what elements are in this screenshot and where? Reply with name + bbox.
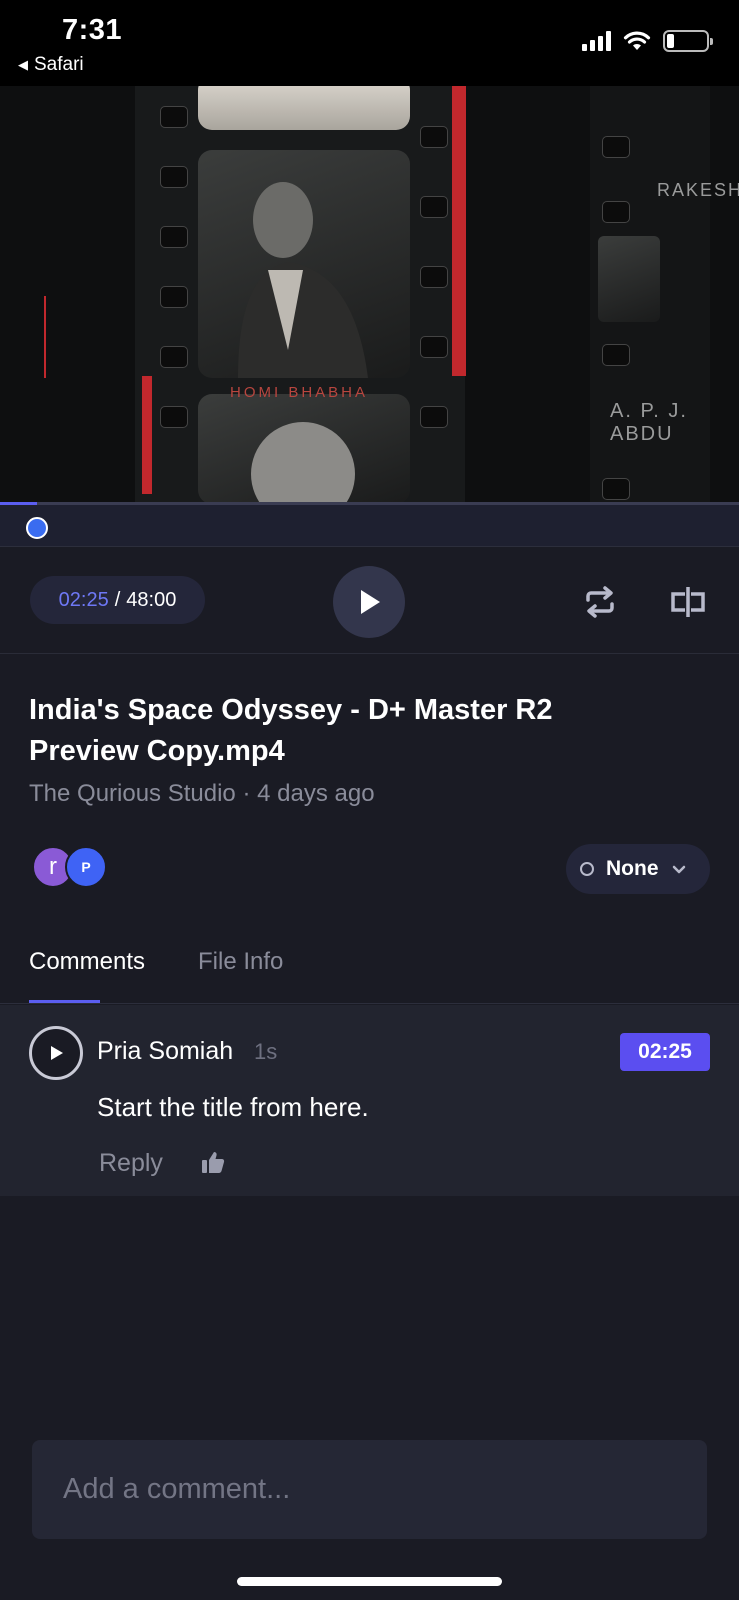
film-frame — [198, 150, 410, 378]
back-app-label: Safari — [34, 54, 84, 75]
tab-comments[interactable]: Comments — [29, 948, 145, 976]
avatar[interactable]: P — [65, 846, 107, 888]
cellular-signal-icon — [582, 31, 611, 51]
sprocket — [602, 344, 630, 366]
scrub-bar[interactable] — [0, 505, 739, 547]
sprocket — [160, 226, 188, 248]
sprocket — [602, 136, 630, 158]
compare-icon[interactable] — [668, 582, 708, 622]
comment-play-button[interactable] — [29, 1026, 83, 1080]
comment-text: Start the title from here. — [97, 1092, 369, 1122]
current-time: 02:25 — [58, 588, 109, 611]
sprocket — [160, 166, 188, 188]
back-to-safari-link[interactable]: ◀ Safari — [18, 54, 84, 76]
sprocket — [420, 336, 448, 358]
time-display[interactable]: 02:25 / 48:00 — [30, 576, 205, 624]
video-frame[interactable]: HOMI BHABHA RAKESH A. P. J. ABDU — [0, 86, 739, 502]
sprocket — [420, 196, 448, 218]
player-controls: 02:25 / 48:00 — [0, 548, 739, 654]
meta-separator: · — [242, 780, 251, 807]
sprocket — [420, 126, 448, 148]
play-button[interactable] — [333, 566, 405, 638]
comment-input-box[interactable] — [32, 1440, 707, 1539]
clock: 7:31 — [62, 14, 123, 46]
tab-bar: Comments File Info — [0, 930, 739, 1004]
scrub-handle[interactable] — [26, 517, 48, 539]
sprocket — [602, 478, 630, 500]
sprocket — [420, 406, 448, 428]
comment-author: Pria Somiah — [97, 1037, 234, 1065]
thumbs-up-icon[interactable] — [200, 1149, 226, 1175]
file-title: India's Space Odyssey - D+ Master R2 Pre… — [29, 694, 553, 767]
reply-button[interactable]: Reply — [99, 1149, 163, 1178]
tab-file-info[interactable]: File Info — [198, 948, 283, 976]
sprocket — [160, 346, 188, 368]
file-owner: The Qurious Studio — [29, 780, 236, 807]
portrait-silhouette — [238, 182, 368, 378]
status-bar: 7:31 ◀ Safari — [0, 0, 739, 86]
comment-timestamp-badge[interactable]: 02:25 — [620, 1033, 710, 1071]
file-age: 4 days ago — [257, 780, 375, 807]
sprocket — [160, 286, 188, 308]
portrait-silhouette — [251, 422, 355, 502]
red-strip — [142, 376, 152, 494]
sprocket — [420, 266, 448, 288]
comment-item[interactable]: Pria Somiah 1s 02:25 Start the title fro… — [0, 1005, 739, 1196]
loop-icon[interactable] — [580, 582, 620, 622]
active-tab-indicator — [29, 1000, 100, 1003]
wifi-icon — [623, 31, 651, 50]
status-dropdown[interactable]: None — [566, 844, 710, 894]
sprocket — [160, 406, 188, 428]
home-indicator — [237, 1577, 502, 1586]
red-strip — [452, 86, 466, 376]
comment-input[interactable] — [63, 1473, 707, 1506]
video-caption-right-top: RAKESH — [657, 180, 739, 200]
collaborator-avatars[interactable]: r P — [32, 846, 122, 890]
play-icon — [51, 1046, 63, 1060]
back-triangle-icon: ◀ — [18, 57, 28, 72]
sprocket — [160, 106, 188, 128]
status-ring-icon — [580, 862, 594, 876]
status-value: None — [606, 857, 659, 880]
duration: 48:00 — [126, 588, 177, 611]
play-icon — [361, 590, 380, 614]
film-frame — [198, 86, 410, 130]
file-meta: The Qurious Studio · 4 days ago — [29, 780, 375, 808]
time-separator: / — [114, 588, 121, 611]
video-caption-right-bottom: A. P. J. ABDU — [610, 400, 688, 445]
comment-time-ago: 1s — [254, 1039, 278, 1064]
film-frame — [198, 394, 410, 502]
chevron-down-icon — [672, 865, 685, 874]
red-line — [44, 296, 46, 378]
film-frame — [598, 236, 660, 322]
video-caption-left: HOMI BHABHA — [230, 384, 369, 401]
battery-icon — [663, 30, 713, 52]
sprocket — [602, 201, 630, 223]
